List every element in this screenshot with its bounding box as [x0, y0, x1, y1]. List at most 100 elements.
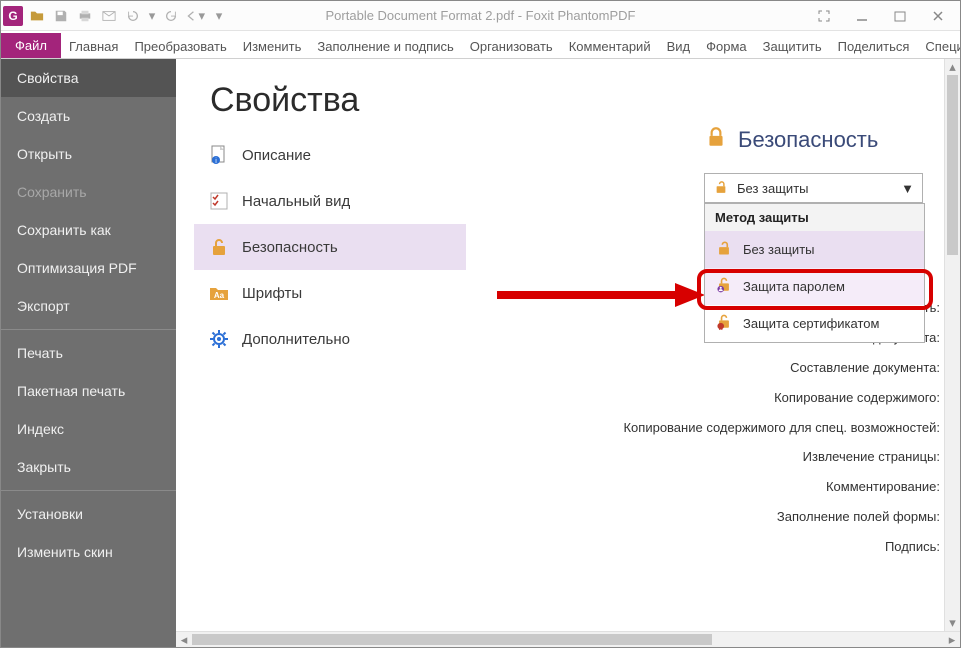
- redo-icon[interactable]: [161, 6, 181, 26]
- option-certificate-protection[interactable]: Защита сертификатом: [705, 305, 924, 342]
- nav-optimize[interactable]: Оптимизация PDF: [1, 249, 176, 287]
- undo-dropdown-icon[interactable]: ▾: [147, 6, 157, 26]
- window-controls: [810, 6, 960, 26]
- content-scroll: Свойства i Описание Начальный вид: [176, 59, 944, 631]
- vertical-scrollbar[interactable]: ▴ ▾: [944, 59, 960, 631]
- ribbon-tab[interactable]: Специальные: [917, 34, 961, 58]
- nav-save: Сохранить: [1, 173, 176, 211]
- ribbon-tab[interactable]: Поделиться: [830, 34, 918, 58]
- perm-label: Извлечение страницы:: [623, 442, 940, 472]
- lock-cert-icon: [715, 313, 733, 334]
- category-list: i Описание Начальный вид Безопасность: [176, 132, 466, 362]
- lock-open-icon: [713, 179, 729, 198]
- security-panel: Безопасность Без защиты ▼ Метод защиты Б…: [704, 125, 924, 203]
- category-label: Описание: [242, 147, 311, 164]
- category-initial-view[interactable]: Начальный вид: [194, 178, 466, 224]
- nav-batch-print[interactable]: Пакетная печать: [1, 372, 176, 410]
- perm-label: Комментирование:: [623, 472, 940, 502]
- undo-icon[interactable]: [123, 6, 143, 26]
- protection-method-dropdown[interactable]: Без защиты ▼ Метод защиты Без защиты Защ…: [704, 173, 923, 203]
- print-icon[interactable]: [75, 6, 95, 26]
- list-check-icon: [208, 190, 230, 212]
- scroll-right-icon[interactable]: ▸: [944, 632, 960, 647]
- category-label: Шрифты: [242, 285, 302, 302]
- nav-create[interactable]: Создать: [1, 97, 176, 135]
- nav-properties[interactable]: Свойства: [1, 59, 176, 97]
- dropdown-value: Без защиты: [737, 181, 809, 196]
- nav-close[interactable]: Закрыть: [1, 448, 176, 486]
- category-fonts[interactable]: Aa Шрифты: [194, 270, 466, 316]
- backstage-nav: Свойства Создать Открыть Сохранить Сохра…: [1, 59, 176, 647]
- close-icon[interactable]: [924, 6, 952, 26]
- ribbon-tab[interactable]: Комментарий: [561, 34, 659, 58]
- ribbon-tab[interactable]: Форма: [698, 34, 755, 58]
- category-security[interactable]: Безопасность: [194, 224, 466, 270]
- nav-index[interactable]: Индекс: [1, 410, 176, 448]
- lock-open-icon: [208, 236, 230, 258]
- perm-label: Составление документа:: [623, 353, 940, 383]
- maximize-icon[interactable]: [886, 6, 914, 26]
- category-description[interactable]: i Описание: [194, 132, 466, 178]
- category-advanced[interactable]: Дополнительно: [194, 316, 466, 362]
- scroll-left-icon[interactable]: ◂: [176, 633, 192, 648]
- content-pane: Свойства i Описание Начальный вид: [176, 59, 960, 647]
- scroll-thumb[interactable]: [947, 75, 958, 255]
- nav-print[interactable]: Печать: [1, 334, 176, 372]
- protection-method-list: Метод защиты Без защиты Защита паролем: [704, 203, 925, 343]
- category-label: Начальный вид: [242, 193, 350, 210]
- horizontal-scrollbar[interactable]: ◂ ▸: [176, 631, 960, 647]
- category-label: Дополнительно: [242, 331, 350, 348]
- dropdown-header: Метод защиты: [705, 204, 924, 231]
- perm-label: Подпись:: [623, 532, 940, 562]
- security-heading-label: Безопасность: [738, 127, 878, 153]
- title-bar: G ▾ ▾ ▾ Portable Document Format 2.pdf -…: [1, 1, 960, 31]
- scroll-down-icon[interactable]: ▾: [945, 615, 960, 631]
- ribbon-tab[interactable]: Изменить: [235, 34, 310, 58]
- backstage-view: Свойства Создать Открыть Сохранить Сохра…: [1, 59, 960, 647]
- minimize-icon[interactable]: [848, 6, 876, 26]
- ribbon-tab[interactable]: Преобразовать: [126, 34, 234, 58]
- page-title: Свойства: [210, 81, 944, 120]
- nav-export[interactable]: Экспорт: [1, 287, 176, 325]
- option-no-protection[interactable]: Без защиты: [705, 231, 924, 268]
- nav-save-as[interactable]: Сохранить как: [1, 211, 176, 249]
- undo-all-icon[interactable]: ▾: [185, 6, 205, 26]
- app-icon[interactable]: G: [3, 6, 23, 26]
- category-label: Безопасность: [242, 239, 338, 256]
- lock-icon: [704, 125, 728, 155]
- ribbon-tab[interactable]: Вид: [659, 34, 699, 58]
- ribbon-tab[interactable]: Организовать: [462, 34, 561, 58]
- ribbon-tab[interactable]: Заполнение и подпись: [309, 34, 461, 58]
- option-label: Защита сертификатом: [743, 316, 879, 331]
- security-heading: Безопасность: [704, 125, 924, 155]
- nav-separator: [1, 490, 176, 491]
- qat-customize-icon[interactable]: ▾: [209, 6, 229, 26]
- font-folder-icon: Aa: [208, 282, 230, 304]
- svg-text:Aa: Aa: [214, 291, 225, 300]
- ribbon-tab[interactable]: Главная: [61, 34, 126, 58]
- lock-person-icon: [715, 276, 733, 297]
- nav-separator: [1, 329, 176, 330]
- ribbon-tab[interactable]: Защитить: [755, 34, 830, 58]
- scroll-thumb[interactable]: [192, 634, 712, 645]
- perm-label: Копирование содержимого:: [623, 383, 940, 413]
- chevron-down-icon: ▼: [901, 181, 914, 196]
- quick-access-toolbar: G ▾ ▾ ▾: [1, 6, 229, 26]
- scroll-up-icon[interactable]: ▴: [945, 59, 960, 75]
- nav-open[interactable]: Открыть: [1, 135, 176, 173]
- ribbon-tab-file[interactable]: Файл: [1, 33, 61, 58]
- perm-label: Заполнение полей формы:: [623, 502, 940, 532]
- app-window: G ▾ ▾ ▾ Portable Document Format 2.pdf -…: [0, 0, 961, 648]
- ribbon-tabs: Файл Главная Преобразовать Изменить Запо…: [1, 31, 960, 59]
- lock-open-icon: [715, 239, 733, 260]
- nav-preferences[interactable]: Установки: [1, 495, 176, 533]
- save-icon[interactable]: [51, 6, 71, 26]
- option-password-protection[interactable]: Защита паролем: [705, 268, 924, 305]
- gear-icon: [208, 328, 230, 350]
- option-label: Без защиты: [743, 242, 815, 257]
- open-icon[interactable]: [27, 6, 47, 26]
- nav-change-skin[interactable]: Изменить скин: [1, 533, 176, 571]
- perm-label: Копирование содержимого для спец. возмож…: [623, 413, 940, 443]
- email-icon[interactable]: [99, 6, 119, 26]
- fullscreen-icon[interactable]: [810, 6, 838, 26]
